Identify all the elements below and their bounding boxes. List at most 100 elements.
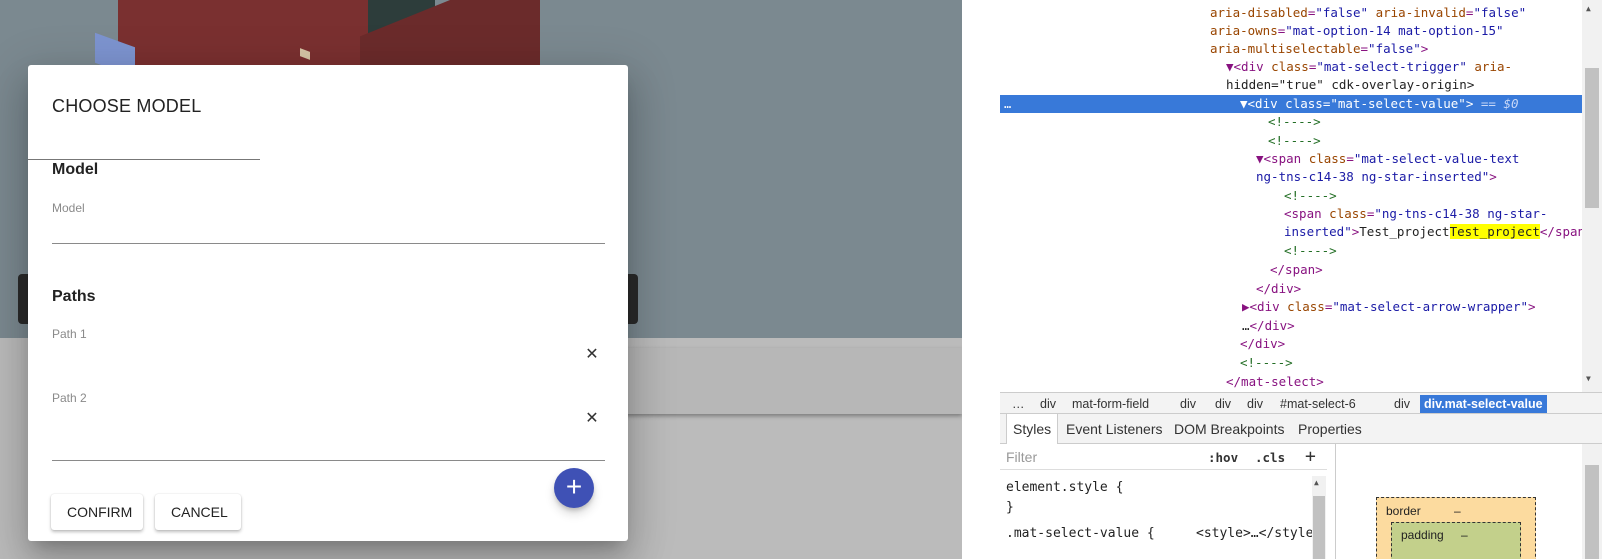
dom-node-line[interactable]: …</div> <box>1000 317 1582 335</box>
breadcrumb-item[interactable]: … <box>1008 395 1029 413</box>
attr-name: class <box>1329 206 1367 221</box>
node-options-icon[interactable]: … <box>1004 95 1011 113</box>
paths-section-title: Paths <box>52 288 96 305</box>
dom-node-line[interactable]: </div> <box>1000 335 1582 353</box>
tag-end: > <box>1465 96 1474 111</box>
dom-node-line[interactable]: aria-multiselectable="false"> <box>1000 40 1582 58</box>
attr-name: aria-multiselectable <box>1210 41 1361 56</box>
breadcrumb-item[interactable]: div <box>1036 395 1060 413</box>
tab-event-listeners[interactable]: Event Listeners <box>1060 414 1169 444</box>
attr-name: class <box>1285 96 1323 111</box>
tab-dom-breakpoints[interactable]: DOM Breakpoints <box>1168 414 1290 444</box>
tag-end: > <box>1528 299 1536 314</box>
dom-node-line[interactable]: <!----> <box>1000 132 1582 150</box>
dom-node-line[interactable]: </mat-select> <box>1000 373 1582 391</box>
html-comment: <!----> <box>1284 188 1337 203</box>
hover-state-toggle[interactable]: :hov <box>1208 450 1238 465</box>
breadcrumb-item[interactable]: div <box>1390 395 1414 413</box>
tag-name: </div> <box>1256 281 1302 296</box>
model-input[interactable] <box>52 219 605 241</box>
model-section-title: Model <box>52 161 99 178</box>
dom-node-line[interactable]: ng-tns-c14-38 ng-star-inserted"> <box>1000 168 1582 186</box>
styles-filter-input[interactable] <box>1006 448 1186 466</box>
tag-name: <span <box>1284 206 1322 221</box>
dom-node-line[interactable]: aria-owns="mat-option-14 mat-option-15" <box>1000 22 1582 40</box>
tag-end: > <box>1489 169 1497 184</box>
attr-eq: = <box>1360 41 1369 56</box>
tag-name: </div> <box>1240 336 1286 351</box>
box-border-label: border <box>1386 504 1421 518</box>
path1-input[interactable] <box>52 345 572 367</box>
expand-triangle-icon: ▼ <box>1226 59 1234 74</box>
dom-node-line[interactable]: ▼<div class="mat-select-trigger" aria- <box>1000 58 1582 76</box>
tab-properties[interactable]: Properties <box>1292 414 1368 444</box>
attr-eq: = <box>1346 151 1354 166</box>
attr-value: "false" <box>1368 41 1421 56</box>
attr-value: "false" <box>1473 5 1527 20</box>
path2-input[interactable] <box>52 409 572 431</box>
node-text: Test_project <box>1359 224 1450 239</box>
tag-close: </span> <box>1539 224 1582 239</box>
dom-node-line[interactable]: inserted">Test_projectTest_project</span… <box>1000 223 1582 241</box>
scroll-up-icon[interactable]: ▲ <box>1586 4 1591 13</box>
dom-node-line[interactable]: </span> <box>1000 261 1582 279</box>
breadcrumb-item[interactable]: mat-form-field <box>1068 395 1153 413</box>
attr-name: aria- <box>1474 59 1513 74</box>
class-toggle[interactable]: .cls <box>1255 450 1285 465</box>
dom-node-line[interactable]: hidden="true" cdk-overlay-origin> <box>1000 76 1582 94</box>
add-path-button[interactable]: + <box>554 468 594 508</box>
styles-pane: :hov .cls + element.style { } .mat-selec… <box>1000 444 1327 559</box>
dom-tree-scroll-thumb[interactable] <box>1585 68 1599 208</box>
rule-source-link[interactable]: <style>…</style> <box>1196 526 1321 541</box>
styles-scroll-up-icon[interactable]: ▲ <box>1314 478 1319 487</box>
cancel-button[interactable]: CANCEL <box>155 494 241 530</box>
dom-node-line[interactable]: ▼<span class="mat-select-value-text <box>1000 150 1582 168</box>
expand-triangle-icon: ▼ <box>1256 151 1264 166</box>
element-style-rule[interactable]: element.style { <box>1006 480 1123 495</box>
styles-filter-row: :hov .cls + <box>1000 444 1327 470</box>
dialog-title: CHOOSE MODEL <box>52 96 202 116</box>
path2-clear-icon[interactable]: ✕ <box>580 407 604 431</box>
dom-node-line[interactable]: <!----> <box>1000 242 1582 260</box>
html-comment: <!----> <box>1268 133 1321 148</box>
dom-node-line[interactable]: <!----> <box>1000 187 1582 205</box>
dom-node-line[interactable]: <!----> <box>1000 113 1582 131</box>
breadcrumb-item[interactable]: div <box>1211 395 1235 413</box>
path2-field-label: Path 2 <box>52 391 87 405</box>
attr-value: ng-tns-c14-38 ng-star-inserted" <box>1256 169 1490 184</box>
collapsed-triangle-icon: ▶ <box>1242 299 1250 314</box>
dom-node-line[interactable]: <span class="ng-tns-c14-38 ng-star- <box>1000 205 1582 223</box>
breadcrumb-item[interactable]: div <box>1176 395 1200 413</box>
dom-node-line[interactable]: ▶<div class="mat-select-arrow-wrapper"> <box>1000 298 1582 316</box>
path1-clear-icon[interactable]: ✕ <box>580 343 604 367</box>
breadcrumb-item[interactable]: #mat-select-6 <box>1276 395 1360 413</box>
box-border-value: – <box>1454 504 1461 518</box>
html-comment: <!----> <box>1284 243 1337 258</box>
dom-node-line[interactable]: <!----> <box>1000 354 1582 372</box>
attr-name: class <box>1271 59 1309 74</box>
box-padding-value: – <box>1461 528 1468 542</box>
scroll-down-icon[interactable]: ▼ <box>1586 374 1591 383</box>
dom-node-selected[interactable]: ▼<div class="mat-select-value"> == $0… <box>1000 95 1582 113</box>
node-text: hidden="true" cdk-overlay-origin> <box>1226 77 1475 92</box>
new-style-rule-icon[interactable]: + <box>1305 446 1316 467</box>
attr-value: "ng-tns-c14-38 ng-star- <box>1374 206 1548 221</box>
mat-select-value-rule[interactable]: .mat-select-value { <box>1006 526 1155 541</box>
box-scroll-thumb[interactable] <box>1585 465 1599 559</box>
breadcrumb-item[interactable]: div <box>1243 395 1267 413</box>
tab-styles[interactable]: Styles <box>1006 414 1059 444</box>
breadcrumb-item[interactable]: div.mat-select-value <box>1420 395 1547 413</box>
dom-node-line[interactable]: </div> <box>1000 280 1582 298</box>
attr-name: aria-invalid <box>1375 5 1466 20</box>
tag-name: <div <box>1233 59 1264 74</box>
tag-name: </div> <box>1249 318 1295 333</box>
elements-dom-tree[interactable]: aria-disabled="false" aria-invalid="fals… <box>1000 0 1582 392</box>
box-padding-label: padding <box>1401 528 1444 542</box>
attr-name: class <box>1287 299 1325 314</box>
styles-scroll-thumb[interactable] <box>1313 496 1325 559</box>
confirm-button[interactable]: CONFIRM <box>51 494 143 530</box>
box-model-pane: border – padding – <box>1335 444 1602 559</box>
html-comment: <!----> <box>1240 355 1293 370</box>
dom-node-line[interactable]: aria-disabled="false" aria-invalid="fals… <box>1000 4 1582 22</box>
choose-model-dialog: CHOOSE MODEL Model Model Paths Path 1 ✕ … <box>28 65 628 541</box>
